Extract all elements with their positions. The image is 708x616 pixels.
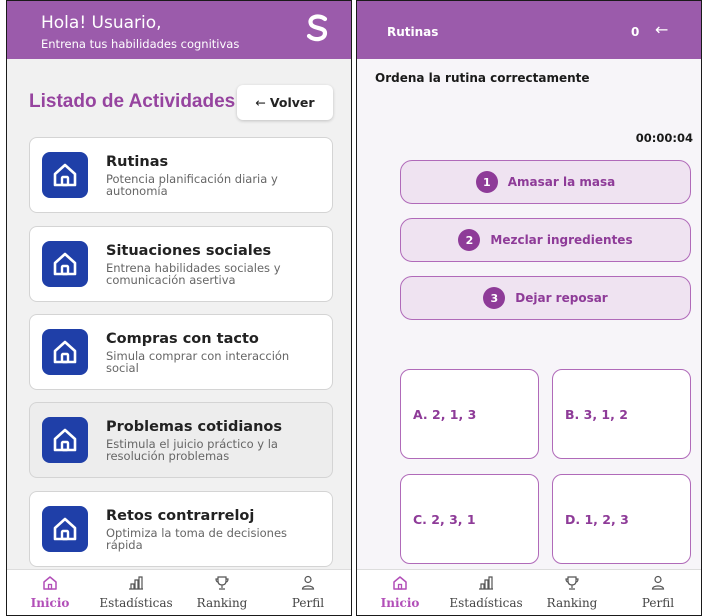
home-icon <box>42 329 88 375</box>
step-card[interactable]: 1 Amasar la masa <box>400 160 691 204</box>
logo-letter: S <box>316 28 320 35</box>
nav-label: Ranking <box>546 596 598 610</box>
nav-label: Estadísticas <box>449 596 523 610</box>
instruction-text: Ordena la rutina correctamente <box>375 71 590 85</box>
activity-card-retos-contrarreloj[interactable]: Retos contrarreloj Optimiza la toma de d… <box>29 491 333 567</box>
back-button-label: Volver <box>269 95 315 110</box>
nav-label: Perfil <box>641 596 675 610</box>
home-icon <box>42 152 88 198</box>
step-label: Amasar la masa <box>507 175 616 189</box>
activity-description: Estimula el juicio práctico y la resoluc… <box>106 437 278 463</box>
answer-option-d[interactable]: D. 1, 2, 3 <box>552 474 691 564</box>
activity-description: Optimiza la toma de decisiones rápida <box>106 526 288 552</box>
activity-description: Simula comprar con interacción social <box>106 349 290 375</box>
header-subtitle: Entrena tus habilidades cognitivas <box>41 37 240 51</box>
nav-label: Estadísticas <box>99 596 173 610</box>
answer-option-b[interactable]: B. 3, 1, 2 <box>552 369 691 459</box>
nav-item-inicio[interactable]: Inicio <box>357 570 443 615</box>
score-counter: 0 <box>631 25 640 39</box>
app-logo: S <box>306 14 328 42</box>
nav-item-ranking[interactable]: Ranking <box>529 570 615 615</box>
step-card[interactable]: 2 Mezclar ingredientes <box>400 218 691 262</box>
nav-item-ranking[interactable]: Ranking <box>179 570 265 615</box>
bar-chart-icon <box>479 576 493 590</box>
page-title: Listado de Actividades <box>29 91 236 112</box>
nav-label: Inicio <box>30 596 70 610</box>
activity-title: Situaciones sociales <box>106 243 272 259</box>
nav-item-perfil[interactable]: Perfil <box>615 570 701 615</box>
nav-item-estadisticas[interactable]: Estadísticas <box>443 570 529 615</box>
home-outline-icon <box>43 576 57 590</box>
activity-title: Rutinas <box>106 154 169 170</box>
activity-description: Entrena habilidades sociales y comunicac… <box>106 261 281 287</box>
home-outline-icon <box>393 576 407 590</box>
step-label: Dejar reposar <box>515 291 608 305</box>
activity-title: Retos contrarreloj <box>106 508 255 524</box>
home-icon <box>42 417 88 463</box>
bottom-nav: Inicio Estadísticas Ranking Perfil <box>7 569 351 615</box>
nav-item-inicio[interactable]: Inicio <box>7 570 93 615</box>
nav-item-estadisticas[interactable]: Estadísticas <box>93 570 179 615</box>
answer-option-c[interactable]: C. 2, 3, 1 <box>400 474 539 564</box>
person-icon <box>301 575 315 590</box>
activities-screen: Hola! Usuario, Entrena tus habilidades c… <box>6 0 352 616</box>
activity-title: Compras con tacto <box>106 331 259 347</box>
trophy-icon <box>565 576 579 590</box>
greeting: Hola! Usuario, <box>41 13 162 33</box>
screen-title: Rutinas <box>387 25 439 39</box>
nav-label: Perfil <box>291 596 325 610</box>
home-icon <box>42 241 88 287</box>
step-number-badge: 2 <box>458 229 481 251</box>
activity-card-problemas-cotidianos[interactable]: Problemas cotidianos Estimula el juicio … <box>29 402 333 478</box>
activity-card-rutinas[interactable]: Rutinas Potencia planificación diaria y … <box>29 137 333 213</box>
game-header: Rutinas 0 ← <box>357 1 701 59</box>
timer: 00:00:04 <box>635 131 693 145</box>
back-arrow-icon[interactable]: ← <box>655 20 668 39</box>
activity-card-compras-con-tacto[interactable]: Compras con tacto Simula comprar con int… <box>29 314 333 390</box>
arrow-left-icon: ← <box>255 95 266 110</box>
routine-game-screen: Rutinas 0 ← Ordena la rutina correctamen… <box>356 0 702 616</box>
step-number-badge: 3 <box>483 287 506 309</box>
nav-label: Ranking <box>196 596 248 610</box>
step-number-badge: 1 <box>475 171 498 193</box>
bottom-nav: Inicio Estadísticas Ranking Perfil <box>357 569 701 615</box>
activity-title: Problemas cotidianos <box>106 419 283 435</box>
activity-card-situaciones-sociales[interactable]: Situaciones sociales Entrena habilidades… <box>29 226 333 302</box>
app-header: Hola! Usuario, Entrena tus habilidades c… <box>7 1 351 59</box>
answer-option-a[interactable]: A. 2, 1, 3 <box>400 369 539 459</box>
nav-item-perfil[interactable]: Perfil <box>265 570 351 615</box>
activity-description: Potencia planificación diaria y autonomí… <box>106 172 278 198</box>
nav-label: Inicio <box>380 596 420 610</box>
trophy-icon <box>215 576 229 590</box>
home-icon <box>42 506 88 552</box>
back-button[interactable]: ← Volver <box>237 85 333 120</box>
step-label: Mezclar ingredientes <box>490 233 633 247</box>
person-icon <box>651 575 665 590</box>
bar-chart-icon <box>129 576 143 590</box>
step-card[interactable]: 3 Dejar reposar <box>400 276 691 320</box>
